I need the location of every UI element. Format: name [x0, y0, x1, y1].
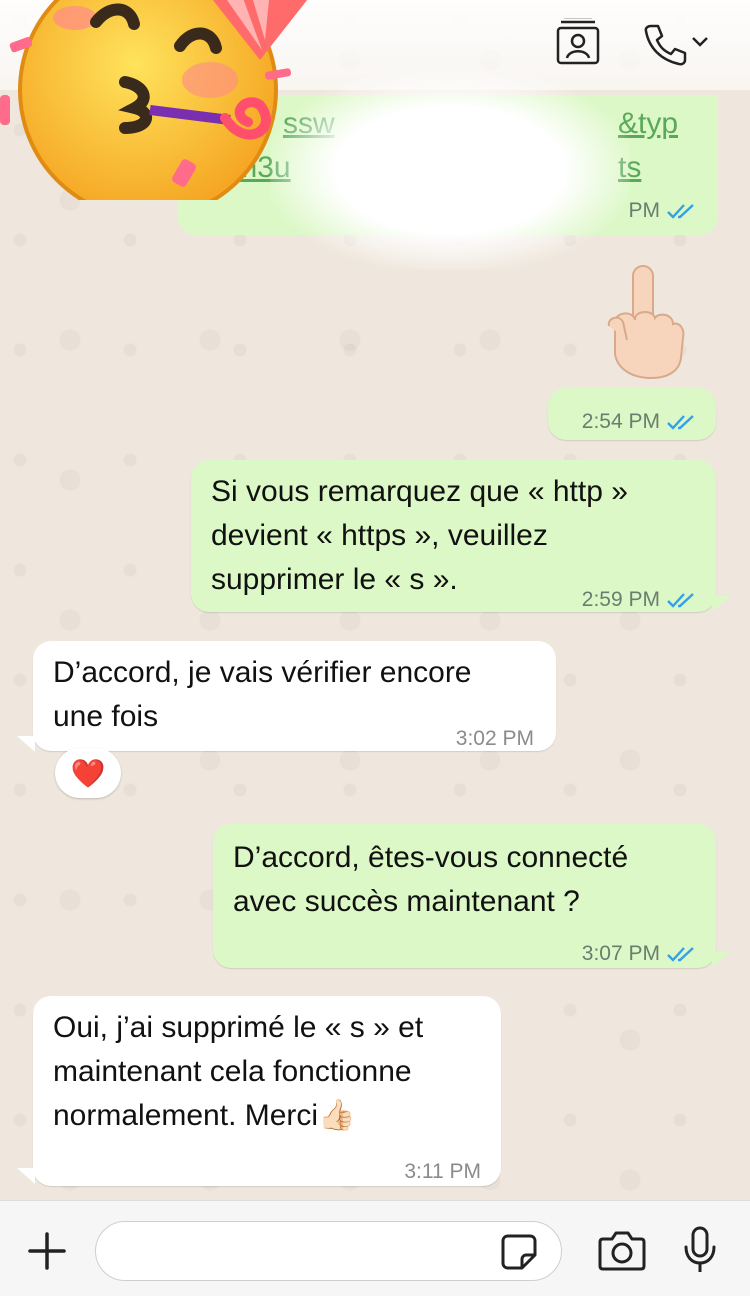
- chevron-down-icon[interactable]: [690, 35, 710, 49]
- message-meta: 3:02 PM: [456, 717, 534, 761]
- message-text-line: avec succès maintenant ?: [233, 885, 580, 918]
- message-meta: 3:07 PM: [582, 932, 696, 976]
- read-ticks-icon: [667, 204, 694, 219]
- message-text-line: supprimer le « s ».: [211, 563, 458, 596]
- message-time: 2:54 PM: [581, 410, 660, 433]
- message-text-line: D’accord, êtes-vous connecté: [233, 841, 629, 874]
- message-text-line: devient « https », veuillez: [211, 519, 548, 552]
- message-time: 3:02 PM: [455, 727, 534, 750]
- message-text-line: normalement. Merci: [53, 1099, 319, 1132]
- message-bubble-incoming[interactable]: D’accord, je vais vérifier encore une fo…: [33, 641, 556, 751]
- message-input[interactable]: [95, 1221, 562, 1281]
- message-text-line: Oui, j’ai supprimé le « s » et: [53, 1011, 424, 1044]
- read-ticks-icon: [667, 593, 694, 608]
- message-bubble-outgoing[interactable]: D’accord, êtes-vous connecté avec succès…: [213, 824, 716, 968]
- bubble-tail: [712, 952, 730, 968]
- bubble-tail: [17, 736, 35, 752]
- blur-overlay: [270, 70, 630, 270]
- message-meta: 2:54 PM: [582, 400, 696, 444]
- message-text-line: D’accord, je vais vérifier encore: [53, 656, 472, 689]
- bubble-tail: [17, 1168, 35, 1184]
- message-time: 2:59 PM: [581, 588, 660, 611]
- message-text-line: une fois: [53, 700, 159, 733]
- phone-icon[interactable]: [643, 22, 687, 66]
- thumbs-up-emoji: 👍🏻: [318, 1099, 356, 1132]
- plus-icon[interactable]: [27, 1231, 67, 1271]
- reaction-emoji: ❤️: [70, 757, 106, 789]
- sticker-icon[interactable]: [500, 1233, 538, 1271]
- bubble-tail: [712, 596, 730, 612]
- camera-icon[interactable]: [598, 1229, 646, 1271]
- message-bubble-outgoing[interactable]: Si vous remarquez que « http » devient «…: [191, 460, 716, 612]
- partying-face-sticker[interactable]: [0, 0, 310, 200]
- message-bubble-incoming[interactable]: Oui, j’ai supprimé le « s » et maintenan…: [33, 996, 501, 1186]
- message-meta: 2:59 PM: [582, 578, 696, 622]
- message-text-line: maintenant cela fonctionne: [53, 1055, 412, 1088]
- message-text-line-with-emoji: normalement. Merci👍🏻: [53, 1094, 355, 1138]
- message-time: 3:11 PM: [404, 1160, 481, 1183]
- microphone-icon[interactable]: [682, 1225, 718, 1275]
- contact-card-icon[interactable]: [555, 18, 601, 66]
- index-pointing-up-sticker[interactable]: [605, 262, 687, 380]
- composer-bar: [0, 1200, 750, 1296]
- message-meta: PM: [629, 199, 697, 223]
- reaction-heart[interactable]: ❤️: [55, 748, 121, 798]
- message-meta: 3:11 PM: [404, 1150, 481, 1194]
- message-time: PM: [628, 199, 661, 222]
- message-text-line: Si vous remarquez que « http »: [211, 475, 628, 508]
- message-time: 3:07 PM: [581, 942, 660, 965]
- read-ticks-icon: [667, 947, 694, 962]
- sticker-time-bubble: 2:54 PM: [548, 388, 716, 440]
- read-ticks-icon: [667, 415, 694, 430]
